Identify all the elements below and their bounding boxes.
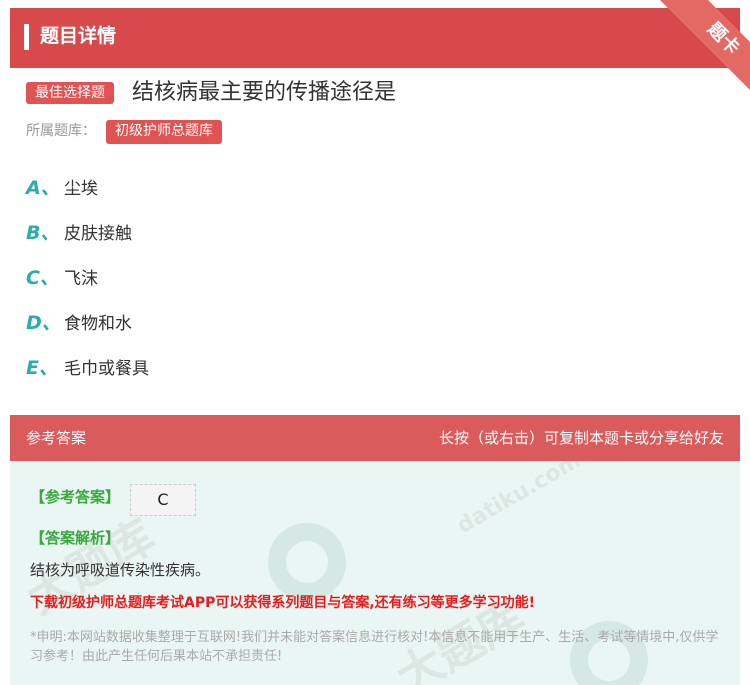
option-d[interactable]: D、 食物和水 [26,308,132,338]
header-accent-bar [24,24,29,50]
answer-panel: 大题库 datiku.com 大题库 【参考答案】 C 【答案解析】 结核为呼吸… [10,461,740,685]
option-text: 飞沫 [64,269,98,289]
question-type-tag: 最佳选择题 [26,82,114,104]
option-text: 食物和水 [64,314,132,334]
bank-tag[interactable]: 初级护师总题库 [106,120,222,144]
option-letter: D、 [26,312,61,334]
question-text: 结核病最主要的传播途径是 [132,80,397,105]
answer-header: 参考答案 长按（或右击）可复制本题卡或分享给好友 [10,415,740,461]
watermark-logo-icon [268,523,346,601]
option-b[interactable]: B、 皮肤接触 [26,218,132,248]
option-letter: C、 [26,267,59,289]
ribbon-label: 题卡 [657,0,750,95]
option-letter: B、 [26,222,60,244]
option-c[interactable]: C、 飞沫 [26,263,98,293]
app-download-promo[interactable]: 下载初级护师总题库考试APP可以获得系列题目与答案,还有练习等更多学习功能! [30,592,535,614]
reference-answer-value: C [130,484,196,516]
option-letter: E、 [26,357,58,379]
disclaimer-text: *申明:本网站数据收集整理于互联网!我们并未能对答案信息进行核对!本信息不能用于… [30,630,719,664]
corner-ribbon: 题卡 [650,0,750,95]
option-a[interactable]: A、 尘埃 [26,173,98,203]
copy-share-hint: 长按（或右击）可复制本题卡或分享给好友 [438,429,724,447]
option-letter: A、 [26,177,60,199]
option-e[interactable]: E、 毛巾或餐具 [26,353,149,383]
page-title: 题目详情 [40,25,117,47]
reference-answer-label: 【参考答案】 [30,488,121,506]
bank-label: 所属题库： [26,123,96,139]
analysis-label: 【答案解析】 [30,529,121,547]
answer-header-title: 参考答案 [26,429,87,447]
option-text: 皮肤接触 [64,224,132,244]
analysis-text: 结核为呼吸道传染性疾病。 [30,561,211,579]
page-header: 题目详情 [10,8,740,68]
watermark-domain: datiku.com [453,461,586,539]
option-text: 尘埃 [64,179,98,199]
option-text: 毛巾或餐具 [64,359,149,379]
